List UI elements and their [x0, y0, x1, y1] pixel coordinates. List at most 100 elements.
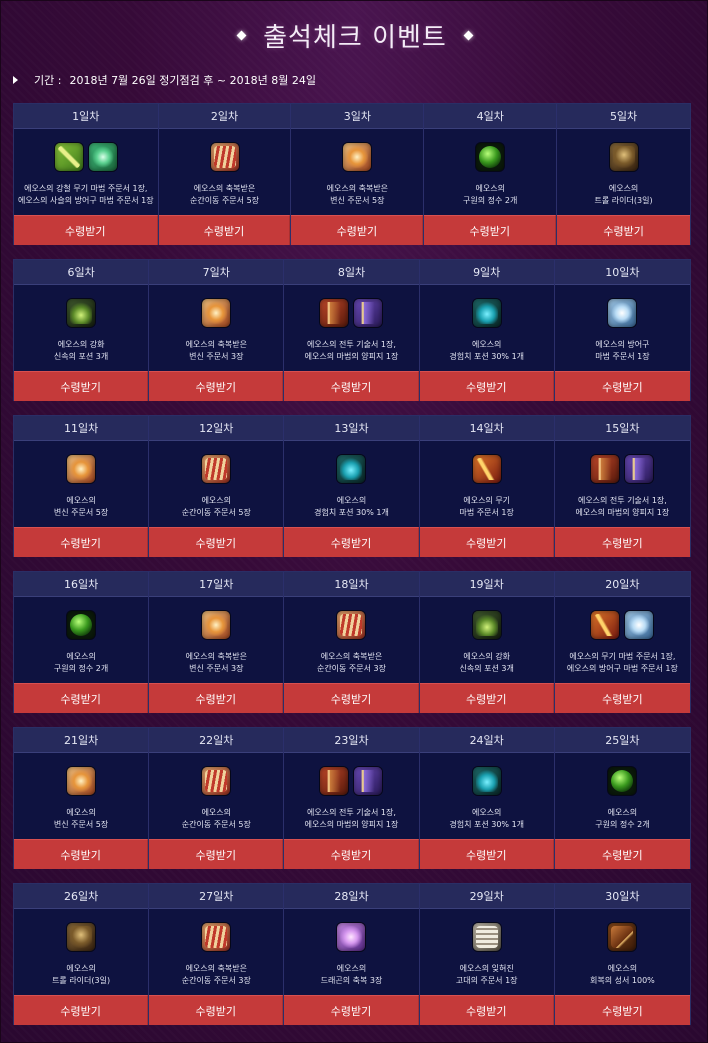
claim-button[interactable]: 수령받기 — [284, 839, 419, 869]
haste-potion-icon — [67, 299, 96, 327]
claim-button[interactable]: 수령받기 — [149, 839, 284, 869]
reward-description: 에오스의 전투 기술서 1장, 에오스의 마법의 양피지 1장 — [284, 339, 418, 365]
reward-line: 에오스의 — [607, 964, 638, 973]
reward-description: 에오스의 강화신속의 포션 3개 — [14, 339, 148, 365]
reward-line: 에오스의 강화 — [57, 340, 105, 349]
claim-button[interactable]: 수령받기 — [284, 683, 419, 713]
claim-button[interactable]: 수령받기 — [149, 995, 284, 1025]
reward-line: 순간이동 주문서 5장 — [181, 508, 251, 517]
day-card: 15일차 에오스의 전투 기술서 1장, 에오스의 마법의 양피지 1장 수령받기 — [554, 416, 690, 557]
blessed-poly-icon — [67, 455, 96, 483]
blessed-teleport-icon — [202, 767, 231, 795]
week-row: 6일차 에오스의 강화 신속의 포션 3개 수령받기 7일차 에오스의 축복받은 변신 주문… — [13, 259, 691, 401]
reward-description: 에오스의 변신 주문서 5장 — [14, 495, 148, 521]
day-label: 11일차 — [14, 416, 149, 441]
blessed-teleport-icon — [210, 143, 239, 171]
reward-icons — [284, 611, 418, 647]
day-card: 5일차 에오스의 트롤 라이더(3일) 수령받기 — [557, 104, 690, 245]
claim-button[interactable]: 수령받기 — [557, 215, 690, 245]
day-card: 19일차 에오스의 강화 신속의 포션 3개 수령받기 — [419, 572, 555, 713]
reward-description: 에오스의 경험치 포션 30% 1개 — [284, 495, 418, 521]
blessed-teleport-icon — [337, 611, 366, 639]
claim-button[interactable]: 수령받기 — [424, 215, 557, 245]
reward-line: 신속의 포션 3개 — [53, 352, 109, 361]
day-label: 27일차 — [149, 884, 284, 909]
combat-scroll-icon — [591, 455, 620, 483]
claim-button[interactable]: 수령받기 — [419, 839, 554, 869]
claim-button[interactable]: 수령받기 — [149, 371, 284, 401]
title-bar: 출석체크 이벤트 — [1, 15, 708, 55]
claim-button[interactable]: 수령받기 — [554, 839, 690, 869]
reward-icons — [284, 767, 418, 803]
reward-description: 에오스의 변신 주문서 5장 — [14, 807, 148, 833]
day-card: 9일차 에오스의 경험치 포션 30% 1개 수령받기 — [419, 260, 555, 401]
claim-button[interactable]: 수령받기 — [291, 215, 424, 245]
day-label: 3일차 — [291, 104, 424, 129]
day-card: 22일차 에오스의 순간이동 주문서 5장 수령받기 — [149, 728, 285, 869]
magic-parchment-icon — [354, 299, 383, 327]
attendance-grid: 1일차 에오스의 강철 무기 마법 주문서 1장, 에오스의 사슬의 방어구 마법 … — [13, 103, 691, 1039]
day-label: 22일차 — [149, 728, 284, 753]
day-label: 15일차 — [554, 416, 690, 441]
reward-line: 에오스의 — [201, 496, 232, 505]
day-card: 30일차 에오스의 회복의 성서 100% 수령받기 — [554, 884, 690, 1025]
reward-line: 에오스의 마법의 양피지 1장 — [304, 820, 399, 829]
diamond-icon — [463, 30, 474, 40]
event-page: 출석체크 이벤트 기간 : 2018년 7월 26일 정기점검 후 ~ 2018… — [0, 0, 708, 1043]
claim-button[interactable]: 수령받기 — [419, 683, 554, 713]
claim-button[interactable]: 수령받기 — [554, 527, 690, 557]
day-label: 14일차 — [419, 416, 554, 441]
claim-button[interactable]: 수령받기 — [14, 839, 149, 869]
week-row: 26일차 에오스의 트롤 라이더(3일) 수령받기 27일차 에오스의 축복받은 순간이동 … — [13, 883, 691, 1025]
claim-button[interactable]: 수령받기 — [149, 527, 284, 557]
day-label: 20일차 — [554, 572, 690, 597]
claim-button[interactable]: 수령받기 — [14, 683, 149, 713]
reward-icons — [149, 767, 283, 803]
claim-button[interactable]: 수령받기 — [14, 995, 149, 1025]
claim-button[interactable]: 수령받기 — [554, 995, 690, 1025]
dragon-blessing-icon — [337, 923, 366, 951]
combat-scroll-icon — [320, 299, 349, 327]
claim-button[interactable]: 수령받기 — [419, 995, 554, 1025]
claim-button[interactable]: 수령받기 — [284, 527, 419, 557]
day-label: 30일차 — [554, 884, 690, 909]
blessed-poly-icon — [343, 143, 372, 171]
troll-icon — [609, 143, 638, 171]
claim-button[interactable]: 수령받기 — [14, 215, 158, 245]
weapon-magic-scroll-icon — [472, 455, 501, 483]
reward-line: 구원의 정수 2개 — [463, 196, 518, 205]
day-card: 23일차 에오스의 전투 기술서 1장, 에오스의 마법의 양피지 1장 수령받기 — [284, 728, 420, 869]
claim-button[interactable]: 수령받기 — [149, 683, 284, 713]
reward-description: 에오스의 축복받은 순간이동 주문서 3장 — [149, 963, 283, 989]
blessed-teleport-icon — [202, 455, 231, 483]
claim-button[interactable]: 수령받기 — [158, 215, 291, 245]
reward-icons — [149, 923, 283, 959]
event-period: 기간 : 2018년 7월 26일 정기점검 후 ~ 2018년 8월 24일 — [13, 71, 316, 89]
claim-button[interactable]: 수령받기 — [419, 527, 554, 557]
reward-line: 변신 주문서 3장 — [189, 352, 244, 361]
claim-button[interactable]: 수령받기 — [14, 371, 149, 401]
reward-description: 에오스의 트롤 라이더(3일) — [557, 183, 690, 209]
claim-button[interactable]: 수령받기 — [554, 683, 690, 713]
reward-line: 에오스의 축복받은 — [185, 340, 247, 349]
haste-potion-icon — [472, 611, 501, 639]
reward-line: 에오스의 축복받은 — [185, 652, 247, 661]
reward-line: 순간이동 주문서 5장 — [181, 820, 251, 829]
reward-icons — [424, 143, 556, 179]
reward-icons — [291, 143, 423, 179]
reward-line: 경험치 포션 30% 1개 — [314, 508, 389, 517]
reward-line: 트롤 라이더(3일) — [52, 976, 111, 985]
day-card: 8일차 에오스의 전투 기술서 1장, 에오스의 마법의 양피지 1장 수령받기 — [284, 260, 420, 401]
claim-button[interactable]: 수령받기 — [419, 371, 554, 401]
claim-button[interactable]: 수령받기 — [284, 995, 419, 1025]
claim-button[interactable]: 수령받기 — [284, 371, 419, 401]
exp-potion-icon — [472, 299, 501, 327]
reward-line: 구원의 정수 2개 — [53, 664, 109, 673]
exp-potion-icon — [472, 767, 501, 795]
reward-line: 마법 주문서 1장 — [459, 508, 514, 517]
claim-button[interactable]: 수령받기 — [14, 527, 149, 557]
reward-line: 에오스의 축복받은 — [320, 652, 383, 661]
reward-line: 신속의 포션 3개 — [459, 664, 514, 673]
claim-button[interactable]: 수령받기 — [554, 371, 690, 401]
week-row: 21일차 에오스의 변신 주문서 5장 수령받기 22일차 에오스의 순간이동 주문서 5장… — [13, 727, 691, 869]
